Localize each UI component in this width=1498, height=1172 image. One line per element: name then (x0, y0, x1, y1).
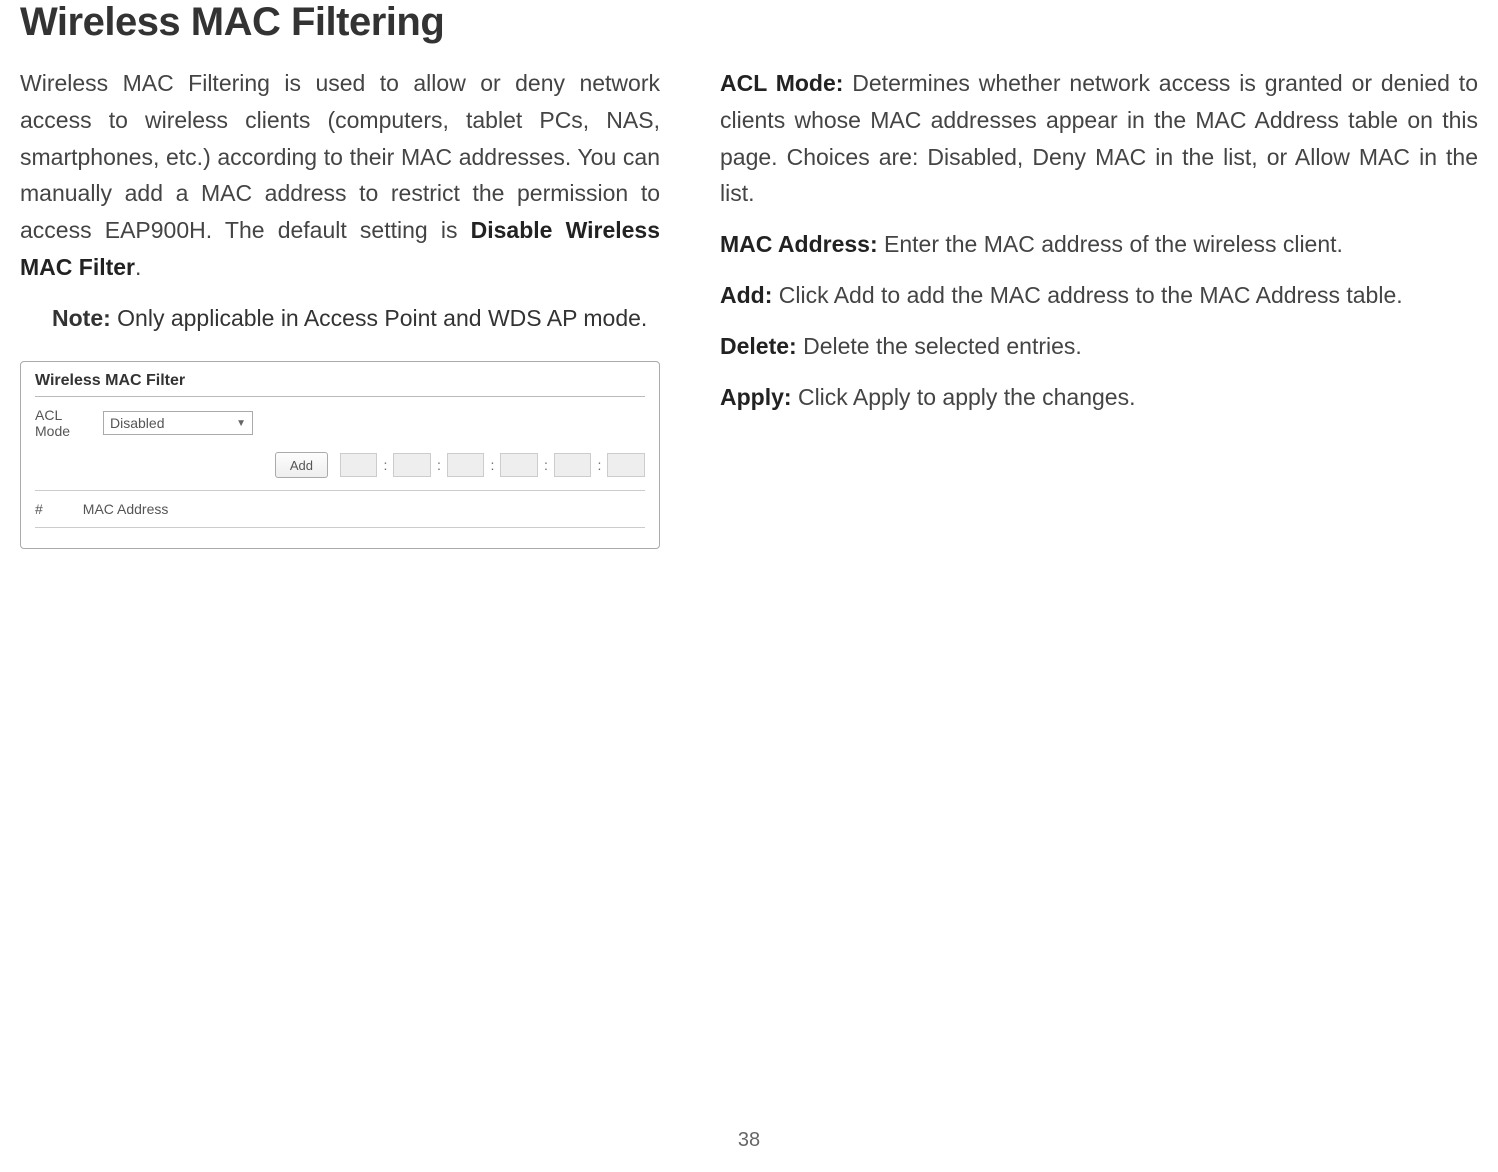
chevron-down-icon: ▼ (236, 418, 246, 429)
add-term: Add: (720, 282, 772, 308)
screenshot-title: Wireless MAC Filter (35, 372, 645, 390)
mac-sep: : (437, 457, 441, 473)
page-title: Wireless MAC Filtering (20, 0, 1478, 45)
acl-mode-label: ACL Mode (35, 407, 83, 441)
delete-definition: Delete: Delete the selected entries. (720, 328, 1478, 365)
add-desc: Click Add to add the MAC address to the … (772, 282, 1402, 308)
apply-definition: Apply: Click Apply to apply the changes. (720, 379, 1478, 416)
page-number: 38 (738, 1129, 760, 1152)
mac-sep: : (597, 457, 601, 473)
mac-address-desc: Enter the MAC address of the wireless cl… (878, 231, 1343, 257)
note-paragraph: Note: Only applicable in Access Point an… (52, 300, 660, 337)
note-text: Only applicable in Access Point and WDS … (111, 305, 648, 331)
mac-sep: : (544, 457, 548, 473)
left-column: Wireless MAC Filtering is used to allow … (20, 65, 660, 549)
mac-sep: : (490, 457, 494, 473)
hash-col: # (35, 501, 43, 517)
apply-desc: Click Apply to apply the changes. (792, 384, 1136, 410)
apply-term: Apply: (720, 384, 792, 410)
divider (35, 527, 645, 528)
content-columns: Wireless MAC Filtering is used to allow … (20, 65, 1478, 549)
mac-address-definition: MAC Address: Enter the MAC address of th… (720, 226, 1478, 263)
intro-paragraph: Wireless MAC Filtering is used to allow … (20, 65, 660, 286)
delete-desc: Delete the selected entries. (797, 333, 1082, 359)
acl-mode-row: ACL Mode Disabled ▼ (35, 407, 645, 441)
mac-input-row: Add : : : : : (275, 452, 645, 478)
delete-term: Delete: (720, 333, 797, 359)
acl-mode-definition: ACL Mode: Determines whether network acc… (720, 65, 1478, 212)
mac-field-3[interactable] (447, 453, 485, 477)
mac-filter-screenshot: Wireless MAC Filter ACL Mode Disabled ▼ … (20, 361, 660, 550)
mac-field-1[interactable] (340, 453, 378, 477)
mac-address-term: MAC Address: (720, 231, 878, 257)
right-column: ACL Mode: Determines whether network acc… (720, 65, 1478, 549)
add-button[interactable]: Add (275, 452, 328, 478)
mac-sep: : (383, 457, 387, 473)
mac-field-2[interactable] (393, 453, 431, 477)
add-definition: Add: Click Add to add the MAC address to… (720, 277, 1478, 314)
divider (35, 490, 645, 491)
acl-mode-term: ACL Mode: (720, 70, 843, 96)
mac-field-6[interactable] (607, 453, 645, 477)
acl-mode-select[interactable]: Disabled ▼ (103, 411, 253, 435)
divider (35, 396, 645, 397)
mac-field-5[interactable] (554, 453, 592, 477)
mac-field-4[interactable] (500, 453, 538, 477)
intro-text-end: . (135, 254, 141, 280)
acl-mode-value: Disabled (110, 415, 164, 431)
mac-address-col: MAC Address (83, 501, 169, 517)
note-label: Note: (52, 305, 111, 331)
table-header-row: # MAC Address (35, 497, 645, 521)
